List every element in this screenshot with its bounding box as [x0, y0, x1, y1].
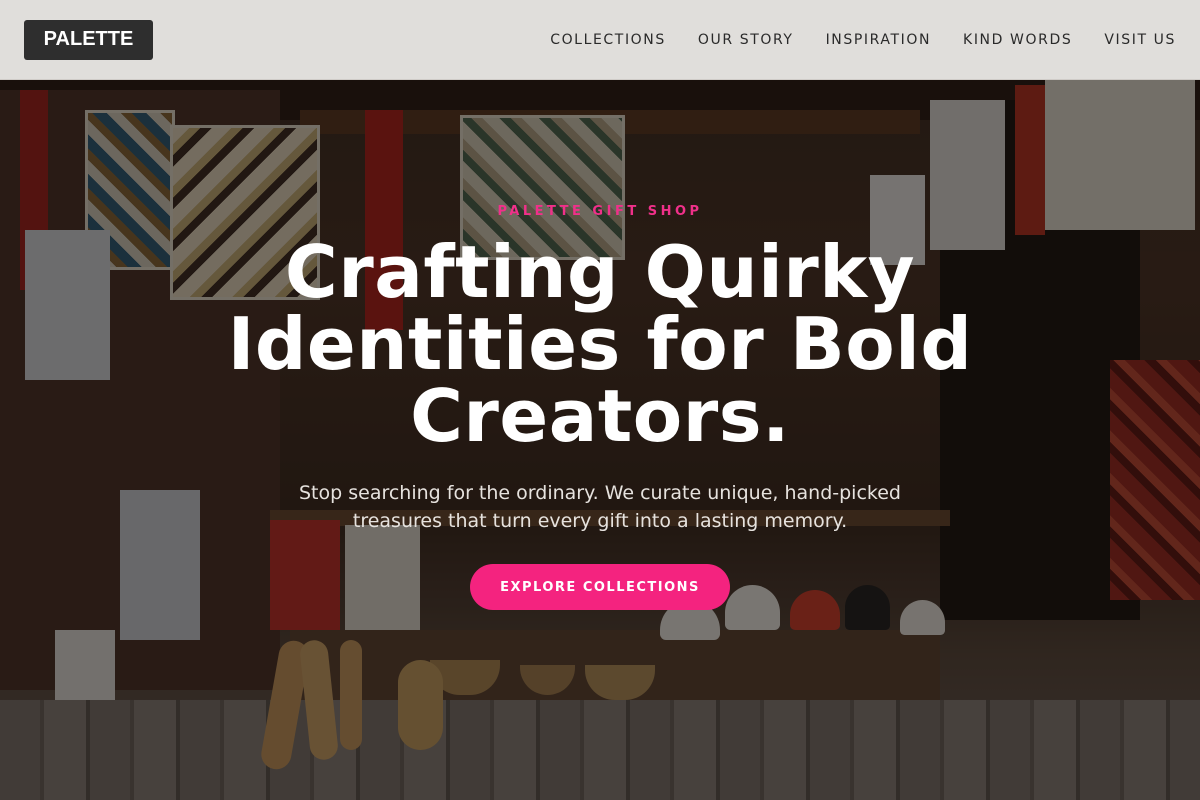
nav-link-visit-us[interactable]: VISIT US — [1104, 32, 1176, 48]
hero-headline: Crafting Quirky Identities for Bold Crea… — [227, 230, 973, 458]
nav-link-inspiration[interactable]: INSPIRATION — [826, 32, 931, 48]
hero-eyebrow: PALETTE GIFT SHOP — [497, 204, 703, 219]
nav-link-our-story[interactable]: OUR STORY — [698, 32, 794, 48]
nav-link-collections[interactable]: COLLECTIONS — [550, 32, 666, 48]
hero-subheading: Stop searching for the ordinary. We cura… — [299, 482, 901, 532]
site-header: PALETTE COLLECTIONS OUR STORY INSPIRATIO… — [0, 0, 1200, 80]
main-nav: COLLECTIONS OUR STORY INSPIRATION KIND W… — [550, 32, 1176, 48]
explore-collections-button[interactable]: EXPLORE COLLECTIONS — [470, 564, 730, 610]
site-logo[interactable]: PALETTE — [24, 19, 153, 60]
nav-link-kind-words[interactable]: KIND WORDS — [963, 32, 1072, 48]
